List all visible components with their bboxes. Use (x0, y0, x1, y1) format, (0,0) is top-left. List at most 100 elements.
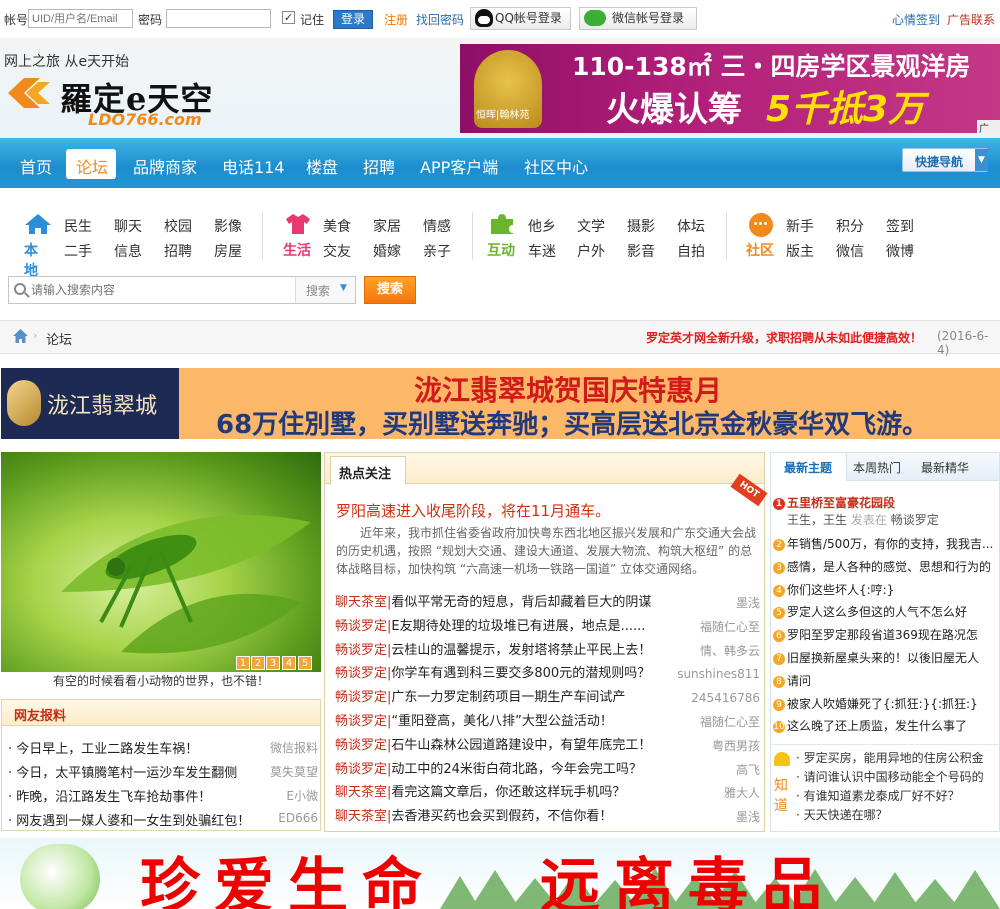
hot-topic-title[interactable]: 云桂山的温馨提示，发射塔将禁止平民上去！ (391, 643, 651, 658)
photo-page-4[interactable]: 4 (282, 656, 296, 670)
cat-local-item[interactable]: 民生 (64, 216, 92, 236)
hot-headline[interactable]: 罗阳高速进入收尾阶段，将在11月通车。 (336, 500, 610, 521)
hot-topic-title[interactable]: 石牛山森林公园道路建设中，有望年底完工！ (391, 738, 651, 753)
photo-page-3[interactable]: 3 (266, 656, 280, 670)
tab-weekly-hot[interactable]: 本周热门 (853, 459, 901, 476)
cat-local-item[interactable]: 校园 (164, 216, 192, 236)
search-button[interactable]: 搜索 (364, 276, 416, 304)
hot-topic-title[interactable]: “重阳登高，美化八排”大型公益活动！ (391, 714, 612, 729)
cat-community-item[interactable]: 积分 (836, 216, 864, 236)
hot-topic-title[interactable]: 去香港买药也会买到假药，不信你看！ (391, 809, 612, 824)
cat-interact-item[interactable]: 影音 (627, 241, 655, 261)
hot-topic-row[interactable]: 畅谈罗定|云桂山的温馨提示，发射塔将禁止平民上去！ 情、韩多云 (335, 640, 760, 662)
register-link[interactable]: 注册 (384, 11, 408, 28)
top-topic-title[interactable]: 1 五里桥至富豪花园段 (773, 494, 895, 511)
hot-topic-forum[interactable]: 畅谈罗定| (335, 762, 391, 777)
wechat-login-button[interactable]: 微信帐号登录 (579, 7, 697, 30)
hot-topic-author[interactable]: 高飞 (736, 759, 760, 781)
hot-topic-title[interactable]: 你学车有遇到科三要交多800元的潜规则吗？ (391, 666, 650, 681)
hot-topic-author[interactable]: 墨浅 (736, 806, 760, 828)
hot-topic-forum[interactable]: 聊天茶室| (335, 809, 391, 824)
cat-community-item[interactable]: 新手 (786, 216, 814, 236)
cat-title-life[interactable]: 生活 (283, 240, 311, 260)
latest-topic-row[interactable]: 5 罗定人这么多但这的人气不怎么好 (773, 602, 998, 623)
hot-topic-title[interactable]: 看似平常无奇的短息，背后却藏着巨大的阴谋 (391, 595, 651, 610)
hot-topic-row[interactable]: 聊天茶室|看完这篇文章后，你还敢这样玩手机吗？ 雅大人 (335, 782, 760, 804)
report-row[interactable]: · 网友遇到一媒人婆和一女生到处骗红包！ ED666 (8, 810, 318, 829)
zhidao-item[interactable]: · 天天快递在哪？ (796, 806, 996, 825)
hot-topic-row[interactable]: 畅谈罗定|E友期待处理的垃圾堆已有进展，地点是...... 福随仁心至 (335, 616, 760, 638)
latest-topic-row[interactable]: 9 被家人吹婚嫌死了{:抓狂:}{:抓狂:} (773, 694, 998, 715)
nav-home[interactable]: 首页 (20, 154, 52, 178)
report-text[interactable]: 昨晚，沿江路发生飞车抢劫事件！ (16, 790, 211, 805)
latest-topic-row[interactable]: 8 请问 (773, 671, 998, 692)
search-input[interactable] (31, 279, 293, 301)
cat-local-item[interactable]: 二手 (64, 241, 92, 261)
tab-hot[interactable]: 热点关注 (330, 456, 406, 485)
nav-property[interactable]: 楼盘 (306, 154, 338, 178)
cat-local-item[interactable]: 聊天 (114, 216, 142, 236)
latest-topic-row[interactable]: 3 感情，是人各种的感觉、思想和行为的 (773, 557, 998, 578)
cat-community-item[interactable]: 签到 (886, 216, 914, 236)
quick-nav-button[interactable]: 快捷导航 ▼ (902, 148, 988, 172)
hot-topic-forum[interactable]: 聊天茶室| (335, 595, 391, 610)
nav-community[interactable]: 社区中心 (524, 154, 588, 178)
qq-login-button[interactable]: QQ帐号登录 (470, 7, 571, 30)
cat-life-item[interactable]: 美食 (323, 216, 351, 236)
cat-title-community[interactable]: 社区 (746, 240, 774, 260)
hot-topic-author[interactable]: 情、韩多云 (700, 640, 760, 662)
hot-topic-forum[interactable]: 畅谈罗定| (335, 690, 391, 705)
report-row[interactable]: · 昨晚，沿江路发生飞车抢劫事件！ E小微 (8, 786, 318, 805)
hot-topic-forum[interactable]: 畅谈罗定| (335, 643, 391, 658)
cat-life-item[interactable]: 婚嫁 (373, 241, 401, 261)
cat-life-item[interactable]: 交友 (323, 241, 351, 261)
forum-link[interactable]: 畅谈罗定 (891, 513, 939, 527)
cat-community-item[interactable]: 微信 (836, 241, 864, 261)
report-text[interactable]: 今日早上，工业二路发生车祸！ (16, 742, 198, 757)
cat-life-item[interactable]: 情感 (423, 216, 451, 236)
hot-topic-row[interactable]: 畅谈罗定|广东一力罗定制药项目一期生产车间试产 245416786 (335, 687, 760, 709)
latest-topic-title[interactable]: 罗定人这么多但这的人气不怎么好 (787, 605, 967, 619)
cat-local-item[interactable]: 信息 (114, 241, 142, 261)
nav-brands[interactable]: 品牌商家 (133, 154, 197, 178)
cat-interact-item[interactable]: 车迷 (528, 241, 556, 261)
nav-jobs[interactable]: 招聘 (363, 154, 395, 178)
latest-topic-title[interactable]: 旧屋换新屋桌头来的！以後旧屋无人 (787, 651, 979, 665)
search-type-select[interactable]: 搜索 ▼ (295, 277, 355, 303)
cat-community-item[interactable]: 版主 (786, 241, 814, 261)
bottom-ad-banner[interactable]: 珍爱生命 远离毒品 (0, 838, 1000, 909)
hot-topic-author[interactable]: 雅大人 (724, 782, 760, 804)
author-link[interactable]: 王生 (787, 513, 811, 527)
hot-topic-row[interactable]: 聊天茶室|去香港买药也会买到假药，不信你看！ 墨浅 (335, 806, 760, 828)
hot-topic-author[interactable]: 245416786 (691, 687, 760, 709)
tab-latest[interactable]: 最新主题 (771, 453, 847, 481)
hot-topic-row[interactable]: 畅谈罗定|动工中的24米街白荷北路，今年会完工吗？ 高飞 (335, 759, 760, 781)
password-input[interactable] (166, 9, 271, 28)
cat-interact-item[interactable]: 他乡 (528, 216, 556, 236)
hot-topic-forum[interactable]: 畅谈罗定| (335, 666, 391, 681)
latest-topic-title[interactable]: 请问 (787, 674, 811, 688)
latest-topic-row[interactable]: 6 罗阳至罗定那段省道369现在路况怎 (773, 625, 998, 646)
cat-community-item[interactable]: 微博 (886, 241, 914, 261)
cat-interact-item[interactable]: 自拍 (677, 241, 705, 261)
cat-local-item[interactable]: 影像 (214, 216, 242, 236)
hot-topic-forum[interactable]: 畅谈罗定| (335, 738, 391, 753)
site-notice[interactable]: 罗定英才网全新升级，求职招聘从未如此便捷高效！ (646, 329, 922, 346)
hot-topic-author[interactable]: 福随仁心至 (700, 711, 760, 733)
latest-topic-row[interactable]: 4 你们这些坏人{:哼:} (773, 580, 998, 601)
home-icon[interactable] (12, 328, 29, 344)
report-text[interactable]: 网友遇到一媒人婆和一女生到处骗红包！ (16, 814, 250, 829)
cat-interact-item[interactable]: 户外 (577, 241, 605, 261)
tab-digest[interactable]: 最新精华 (921, 459, 969, 476)
latest-topic-title[interactable]: 这么晚了还上质监，发生什么事了 (787, 719, 967, 733)
hot-topic-author[interactable]: 粤西男孩 (712, 735, 760, 757)
latest-topic-row[interactable]: 2 年销售/500万，有你的支持，我我吉... (773, 534, 998, 555)
author-link[interactable]: 王生 (823, 513, 847, 527)
hot-topic-row[interactable]: 畅谈罗定|石牛山森林公园道路建设中，有望年底完工！ 粤西男孩 (335, 735, 760, 757)
hot-topic-title[interactable]: 看完这篇文章后，你还敢这样玩手机吗？ (391, 785, 625, 800)
cat-interact-item[interactable]: 体坛 (677, 216, 705, 236)
cat-local-item[interactable]: 房屋 (214, 241, 242, 261)
breadcrumb-current[interactable]: 论坛 (46, 329, 72, 348)
cat-life-item[interactable]: 亲子 (423, 241, 451, 261)
hot-topic-row[interactable]: 畅谈罗定|“重阳登高，美化八排”大型公益活动！ 福随仁心至 (335, 711, 760, 733)
